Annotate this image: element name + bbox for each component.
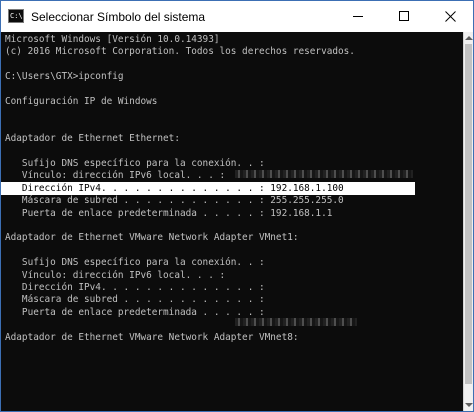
console-line-selected: Dirección IPv4. . . . . . . . . . . . . …: [5, 182, 344, 194]
vertical-scrollbar[interactable]: [463, 32, 473, 411]
console-line: Configuración IP de Windows: [5, 96, 158, 107]
minimize-button[interactable]: [335, 1, 381, 32]
close-button[interactable]: [427, 1, 473, 32]
console-line: Máscara de subred . . . . . . . . . . . …: [5, 195, 344, 207]
window-title: Seleccionar Símbolo del sistema: [31, 10, 206, 24]
cmd-icon[interactable]: C:\: [8, 9, 24, 23]
console-line: Adaptador de Ethernet VMware Network Ada…: [5, 331, 299, 343]
close-icon: [445, 11, 456, 22]
minimize-icon: [353, 16, 363, 17]
console-line: Sufijo DNS específico para la conexión. …: [5, 158, 265, 169]
console-line: Sufijo DNS específico para la conexión. …: [5, 257, 265, 269]
console-line: Adaptador de Ethernet VMware Network Ada…: [5, 232, 299, 244]
console-line: Vínculo: dirección IPv6 local. . . :: [5, 170, 226, 182]
title-bar[interactable]: C:\ Seleccionar Símbolo del sistema: [1, 1, 473, 32]
console-line: Puerta de enlace predeterminada . . . . …: [5, 306, 265, 318]
console-output[interactable]: Microsoft Windows [Versión 10.0.14393] (c…: [1, 32, 463, 411]
console-line: C:\Users\GTX>ipconfig: [5, 71, 124, 83]
cmd-window: C:\ Seleccionar Símbolo del sistema Micr…: [0, 0, 474, 412]
redacted-ipv6-value: [235, 318, 357, 326]
console-line: Dirección IPv4. . . . . . . . . . . . . …: [5, 282, 265, 293]
console-line: Puerta de enlace predeterminada . . . . …: [5, 207, 333, 219]
scroll-down-icon[interactable]: [465, 403, 473, 407]
scroll-up-icon[interactable]: [465, 36, 473, 40]
redacted-ipv6-value: [235, 170, 413, 178]
console-line: (c) 2016 Microsoft Corporation. Todos lo…: [5, 46, 355, 58]
maximize-icon: [399, 11, 409, 21]
maximize-button[interactable]: [381, 1, 427, 32]
console-line: Microsoft Windows [Versión 10.0.14393]: [5, 34, 220, 45]
scroll-thumb[interactable]: [465, 44, 472, 384]
console-line: Adaptador de Ethernet Ethernet:: [5, 133, 180, 145]
console-line: Vínculo: dirección IPv6 local. . . :: [5, 269, 226, 281]
console-line: Máscara de subred . . . . . . . . . . . …: [5, 294, 265, 306]
